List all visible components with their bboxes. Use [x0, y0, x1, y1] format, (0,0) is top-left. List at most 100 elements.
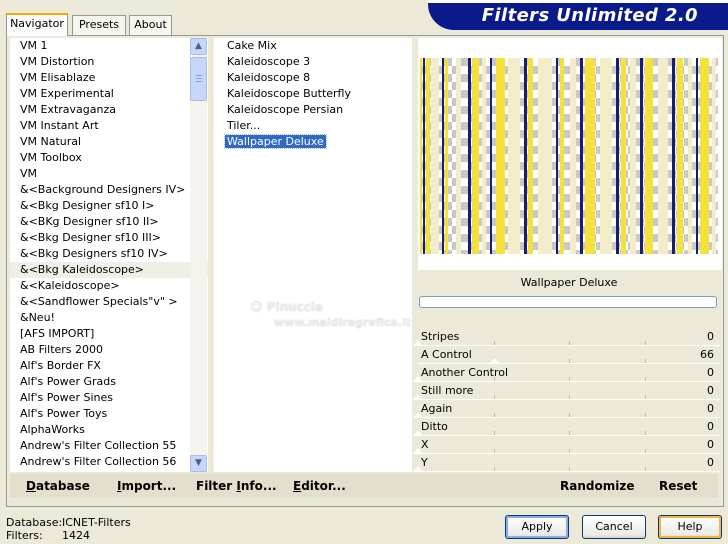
action-bar: Database Import... Filter Info... Editor… [10, 474, 718, 498]
filter-item-label: Tiler... [227, 119, 261, 132]
category-item[interactable]: Andrew's Filter Collection 55 [10, 438, 208, 454]
apply-button[interactable]: Apply [505, 515, 569, 539]
preview-stripe [677, 58, 683, 254]
control-slider[interactable]: Again 0 [413, 400, 720, 418]
cancel-button[interactable]: Cancel [582, 515, 646, 539]
control-slider[interactable]: A Control 66 [418, 346, 720, 364]
category-item[interactable]: Alf's Border FX [10, 358, 208, 374]
preview-stripe [696, 58, 698, 254]
preview-stripe [538, 58, 552, 254]
control-value: 0 [707, 438, 714, 451]
category-item[interactable]: VM Elisablaze [10, 70, 208, 86]
randomize-button[interactable]: Randomize [560, 479, 634, 493]
control-label: Still more [421, 384, 474, 397]
control-label: Another Control [421, 366, 509, 379]
help-button[interactable]: Help [658, 515, 722, 539]
category-item[interactable]: [AFS IMPORT] [10, 326, 208, 342]
control-slider[interactable]: Still more 0 [413, 382, 720, 400]
category-item[interactable]: &<BKg Designer sf10 II> [10, 214, 208, 230]
filter-item[interactable]: Kaleidoscope 8 [214, 70, 412, 86]
preview-stripe [630, 58, 636, 254]
control-slider[interactable]: Another Control 0 [413, 364, 720, 382]
filter-item[interactable]: Kaleidoscope Persian [214, 102, 412, 118]
control-tick [494, 413, 495, 417]
category-item[interactable]: AB Filters 2000 [10, 342, 208, 358]
editor-button-mnemonic: E [293, 479, 302, 493]
tab-navigator[interactable]: Navigator [6, 13, 68, 36]
category-item[interactable]: Alf's Power Grads [10, 374, 208, 390]
category-item[interactable]: VM Toolbox [10, 150, 208, 166]
control-tick [569, 467, 570, 471]
category-item[interactable]: Andrew's Filter Collection 56 [10, 454, 208, 470]
category-list[interactable]: VM 1 VM Distortion VM Elisablaze VM Experim… [10, 38, 208, 472]
preview-stripe [616, 58, 619, 254]
filter-info-button-label: nfo... [240, 479, 277, 493]
control-tick [645, 413, 646, 417]
scroll-down-icon[interactable]: ▼ [190, 455, 207, 472]
reset-button[interactable]: Reset [659, 479, 697, 493]
import-button[interactable]: Import... [117, 479, 176, 493]
database-button[interactable]: Database [26, 479, 90, 493]
category-item[interactable]: &Neu! [10, 310, 208, 326]
tab-presets[interactable]: Presets [72, 15, 126, 35]
category-item[interactable]: &<Bkg Designer sf10 III> [10, 230, 208, 246]
control-label: Stripes [421, 330, 460, 343]
category-item[interactable]: &<Kaleidoscope> [10, 278, 208, 294]
preview-stripe [524, 58, 527, 254]
category-item[interactable]: VM 1 [10, 38, 208, 54]
control-tick [645, 341, 646, 345]
control-label: A Control [421, 348, 472, 361]
category-item[interactable]: AlphaWorks [10, 422, 208, 438]
category-item[interactable]: Alf's Power Sines [10, 390, 208, 406]
filter-item[interactable]: Wallpaper Deluxe [214, 134, 412, 150]
category-item[interactable]: VM Extravaganza [10, 102, 208, 118]
app-title: Filters Unlimited 2.0 [481, 5, 698, 26]
database-info: Database:ICNET-Filters Filters: 1424 [6, 516, 131, 542]
preview-stripe [688, 58, 692, 254]
category-item[interactable]: &<Background Designers IV> [10, 182, 208, 198]
category-item[interactable]: Alf's Power Toys [10, 406, 208, 422]
control-tick [569, 395, 570, 399]
category-item[interactable]: &<Bkg Designers sf10 IV> [10, 246, 208, 262]
filter-info-button-prefix: Filter [196, 479, 237, 493]
preview-stripe [482, 58, 486, 254]
control-tick [569, 449, 570, 453]
tab-about[interactable]: About [129, 15, 172, 35]
category-item[interactable]: VM Experimental [10, 86, 208, 102]
control-tick [494, 467, 495, 471]
filter-item[interactable]: Tiler... [214, 118, 412, 134]
filter-item[interactable]: Cake Mix [214, 38, 412, 54]
control-tick [569, 341, 570, 345]
preview-stripe [585, 58, 595, 254]
filter-list[interactable]: Cake Mix Kaleidoscope 3 Kaleidoscope 8 Kale… [214, 38, 412, 472]
filter-info-button[interactable]: Filter Info... [196, 479, 277, 493]
control-slider[interactable]: Y0 [413, 454, 720, 472]
category-item[interactable]: &<Bkg Kaleidoscope> [10, 262, 208, 278]
preview-stripe [445, 58, 448, 254]
filter-item[interactable]: Kaleidoscope 3 [214, 54, 412, 70]
control-slider[interactable]: Ditto 0 [413, 418, 720, 436]
category-item[interactable]: &<Sandflower Specials"v" > [10, 294, 208, 310]
scroll-thumb[interactable] [190, 57, 207, 101]
progress-bar [419, 296, 717, 308]
category-item[interactable]: &<Bkg Designer sf10 I> [10, 198, 208, 214]
control-value: 66 [700, 348, 714, 361]
category-scrollbar[interactable]: ▲ ▼ [190, 38, 207, 472]
preview-stripe [508, 58, 520, 254]
control-slider[interactable]: X0 [413, 436, 720, 454]
title-banner: Filters Unlimited 2.0 [428, 0, 728, 30]
control-slider[interactable]: Stripes 0 [413, 328, 720, 346]
category-item[interactable]: VM [10, 166, 208, 182]
editor-button[interactable]: Editor... [293, 479, 346, 493]
filter-item[interactable]: Kaleidoscope Butterfly [214, 86, 412, 102]
scroll-up-icon[interactable]: ▲ [190, 38, 207, 55]
control-tick [494, 395, 495, 399]
control-slider-thumb[interactable] [413, 466, 423, 472]
preview-stripe [496, 58, 505, 254]
database-button-mnemonic: D [26, 479, 36, 493]
control-tick [494, 449, 495, 453]
category-item[interactable]: VM Distortion [10, 54, 208, 70]
category-item[interactable]: VM Instant Art [10, 118, 208, 134]
category-item[interactable]: VM Natural [10, 134, 208, 150]
preview-stripe [472, 58, 479, 254]
